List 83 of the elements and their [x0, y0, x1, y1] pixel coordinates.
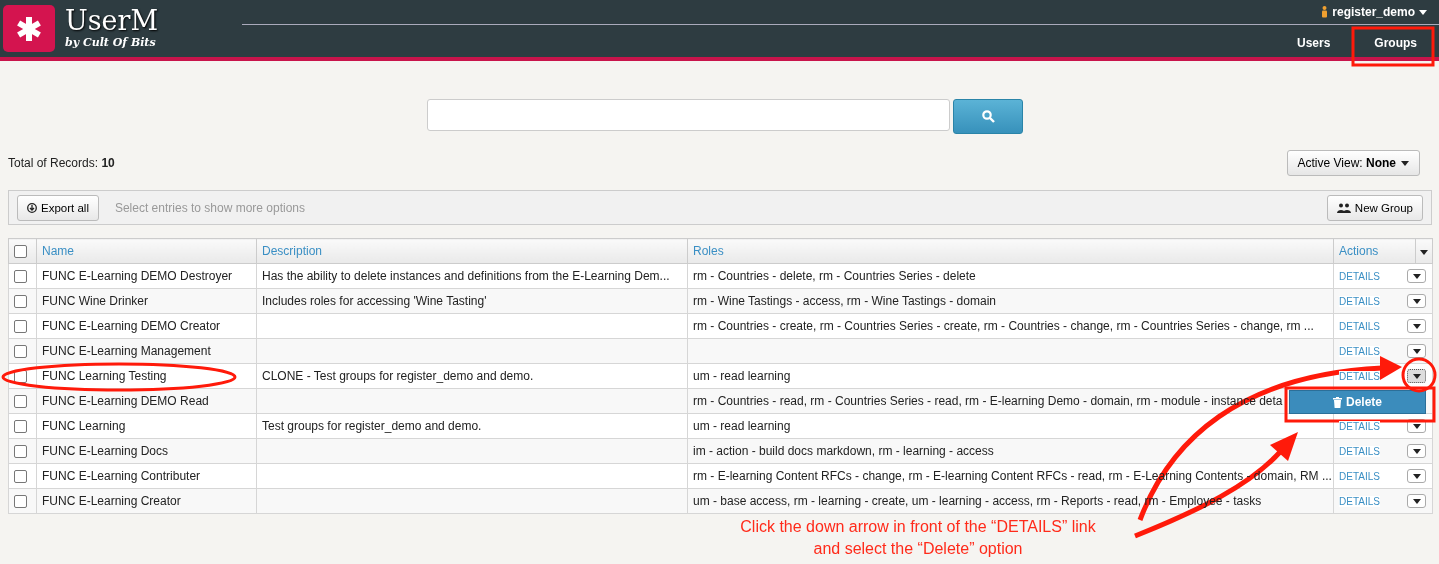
search-button[interactable]: [953, 99, 1023, 134]
table-cell: um - read learning: [693, 369, 791, 383]
download-icon: [27, 202, 37, 213]
caret-icon: [1412, 298, 1421, 304]
user-menu[interactable]: register_demo: [1321, 5, 1427, 19]
logo-icon: [3, 5, 55, 52]
table-cell: um - read learning: [693, 419, 791, 433]
table-cell: FUNC E-Learning Creator: [42, 494, 181, 508]
caret-icon: [1412, 498, 1421, 504]
table-cell: CLONE - Test groups for register_demo and demo.: [262, 369, 534, 383]
caret-icon: [1412, 423, 1421, 429]
dropdown-button[interactable]: [1407, 344, 1426, 358]
column-header[interactable]: Name: [42, 244, 74, 258]
row-checkbox[interactable]: [14, 495, 27, 509]
nav-tab[interactable]: Groups: [1352, 25, 1439, 57]
column-header[interactable]: Description: [262, 244, 323, 258]
details-link[interactable]: DETAILS: [1339, 420, 1380, 432]
details-link[interactable]: DETAILS: [1339, 345, 1380, 357]
column-header[interactable]: Roles: [693, 244, 724, 258]
dropdown-button[interactable]: [1407, 444, 1426, 458]
table-cell: Test groups for register_demo and demo.: [262, 419, 482, 433]
selection-hint: Select entries to show more options: [114, 200, 307, 215]
details-link[interactable]: DETAILS: [1339, 270, 1380, 282]
person-icon: [1321, 6, 1329, 18]
row-checkbox[interactable]: [14, 420, 27, 434]
table-cell: FUNC Learning: [42, 419, 126, 433]
delete-menu-item[interactable]: Delete: [1289, 390, 1426, 414]
table-cell: rm - Countries - create, rm - Countries Series - create, rm - Countries - change, rm - Countries Series - change, rm ...: [693, 319, 1314, 333]
caret-icon: [1412, 473, 1421, 479]
caret-icon: [1412, 448, 1421, 454]
table-cell: FUNC E-Learning DEMO Destroyer: [42, 269, 233, 283]
instruction-note: Click the down arrow in front of the “DETAILS” link and select the “Delete” option: [739, 517, 1097, 559]
active-view-button[interactable]: Active View: None: [1286, 150, 1420, 176]
details-link[interactable]: DETAILS: [1339, 445, 1380, 457]
highlight-circle: [1401, 357, 1437, 393]
table-cell: FUNC Learning Testing: [42, 369, 167, 383]
row-checkbox[interactable]: [14, 295, 27, 309]
table-cell: FUNC E-Learning Docs: [42, 444, 169, 458]
total-records: Total of Records: 10: [8, 156, 115, 170]
dropdown-button[interactable]: [1407, 469, 1426, 483]
table-cell: FUNC E-Learning DEMO Creator: [42, 319, 221, 333]
app-title: UserM: [65, 6, 159, 36]
table-cell: FUNC Wine Drinker: [42, 294, 148, 308]
table-cell: Includes roles for accessing 'Wine Tasting': [262, 294, 487, 308]
app-subtitle: by Cult Of Bits: [65, 36, 157, 49]
caret-icon: [1419, 9, 1427, 15]
caret-icon: [1412, 273, 1421, 279]
table-cell: rm - Wine Tastings - access, rm - Wine Tastings - domain: [693, 294, 996, 308]
row-checkbox[interactable]: [14, 345, 27, 359]
users-icon: [1336, 202, 1351, 213]
dropdown-button[interactable]: [1407, 319, 1426, 333]
caret-icon: [1412, 348, 1421, 354]
details-link[interactable]: DETAILS: [1339, 370, 1380, 382]
dropdown-button[interactable]: [1407, 294, 1426, 308]
dropdown-button[interactable]: [1407, 494, 1426, 508]
nav-tab[interactable]: Users: [1274, 25, 1353, 57]
table-cell: FUNC E-Learning DEMO Read: [42, 394, 209, 408]
table-cell: rm - Countries - delete, rm - Countries Series - delete: [693, 269, 976, 283]
table-cell: FUNC E-Learning Management: [42, 344, 211, 358]
caret-icon: [1401, 160, 1409, 166]
row-checkbox[interactable]: [14, 395, 27, 409]
details-link[interactable]: DETAILS: [1339, 295, 1380, 307]
export-button[interactable]: Export all: [17, 194, 99, 221]
table-cell: im - action - build docs markdown, rm - learning - access: [693, 444, 994, 458]
details-link[interactable]: DETAILS: [1339, 495, 1380, 507]
details-link[interactable]: DETAILS: [1339, 470, 1380, 482]
new-group-button[interactable]: New Group: [1326, 194, 1423, 221]
row-checkbox[interactable]: [14, 470, 27, 484]
trash-icon: [1333, 396, 1342, 408]
table-cell: Has the ability to delete instances and definitions from the E-Learning Dem...: [262, 269, 670, 283]
dropdown-button[interactable]: [1407, 369, 1426, 383]
dropdown-button[interactable]: [1407, 269, 1426, 283]
search-icon: [981, 110, 995, 123]
search-field[interactable]: [427, 99, 950, 131]
caret-icon: [1420, 250, 1428, 255]
caret-icon: [1412, 373, 1421, 379]
caret-icon: [1412, 323, 1421, 329]
details-link[interactable]: DETAILS: [1339, 320, 1380, 332]
table-cell: FUNC E-Learning Contributer: [42, 469, 201, 483]
row-checkbox[interactable]: [14, 270, 27, 284]
row-checkbox[interactable]: [14, 445, 27, 459]
row-checkbox[interactable]: [14, 320, 27, 334]
select-all-checkbox[interactable]: [14, 245, 27, 259]
